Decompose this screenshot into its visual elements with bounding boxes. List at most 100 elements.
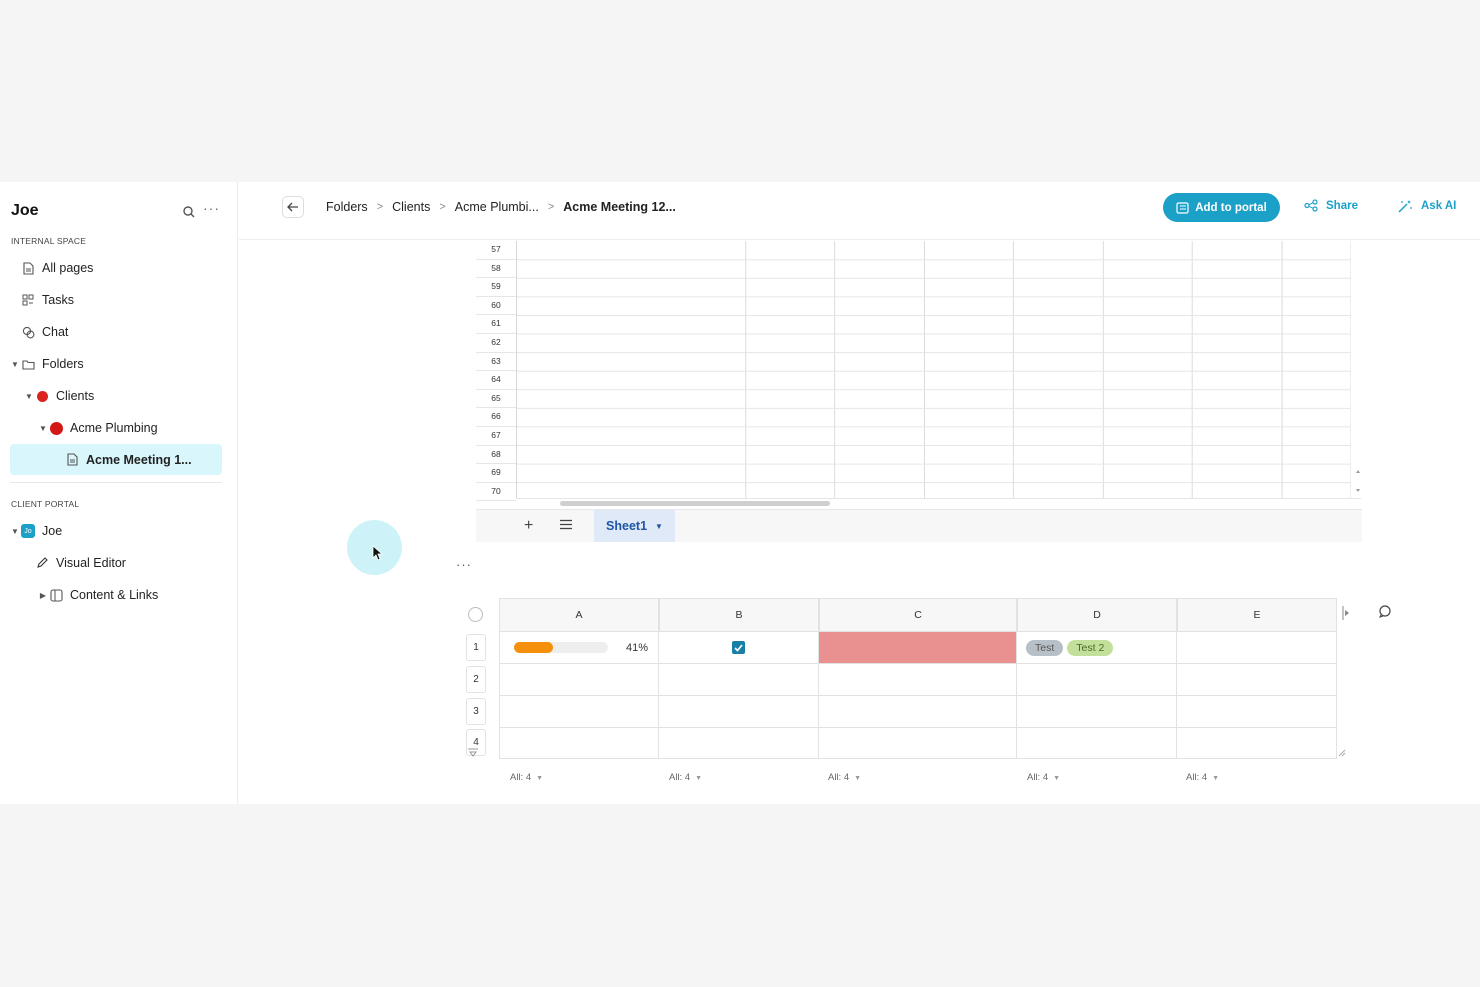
horizontal-scrollbar[interactable] [516,498,1361,508]
cell-b1[interactable] [659,632,819,664]
sidebar-item-label: Tasks [42,293,74,307]
add-sheet-icon[interactable]: + [524,517,533,535]
breadcrumb-clients[interactable]: Clients [392,200,430,214]
column-header-e[interactable]: E [1177,598,1337,632]
cell-c2[interactable] [819,664,1017,696]
cell-b2[interactable] [659,664,819,696]
column-header-b[interactable]: B [659,598,819,632]
breadcrumb-folders[interactable]: Folders [326,200,368,214]
share-button[interactable]: Share [1304,199,1358,212]
aggregate-e[interactable]: All: 4 ▼ [1186,772,1219,783]
spreadsheet-row-number[interactable]: 57 [476,241,516,260]
sidebar-item-clients[interactable]: ▼ Clients [24,381,222,411]
row-number[interactable]: 3 [466,698,486,725]
sidebar-item-acme-meeting[interactable]: Acme Meeting 1... [10,444,222,475]
spreadsheet-row-number[interactable]: 70 [476,483,516,502]
cell-b3[interactable] [659,696,819,728]
cell-c1-color-fill[interactable] [819,632,1017,664]
cell-a1[interactable]: 41% [499,632,659,664]
cell-e4[interactable] [1177,727,1337,759]
add-to-portal-button[interactable]: Add to portal [1163,193,1280,222]
page-icon [20,260,36,276]
cell-a4[interactable] [499,727,659,759]
sidebar-item-tasks[interactable]: Tasks [10,285,222,315]
resize-handle-icon[interactable] [1338,749,1346,757]
aggregate-b[interactable]: All: 4 ▼ [669,772,702,783]
cell-e2[interactable] [1177,664,1337,696]
tag-pill[interactable]: Test 2 [1067,639,1114,656]
checkbox-checked[interactable] [732,641,745,654]
caret-down-icon[interactable]: ▼ [24,392,34,401]
sidebar-item-visual-editor[interactable]: Visual Editor [24,548,222,578]
add-column-icon[interactable] [1342,606,1350,620]
sidebar-item-all-pages[interactable]: All pages [10,253,222,283]
select-all-checkbox[interactable] [468,607,483,622]
filter-icon[interactable] [467,748,479,758]
sidebar-item-portal-joe[interactable]: ▼ Jo Joe [10,516,222,546]
spreadsheet-row-number[interactable]: 64 [476,371,516,390]
spreadsheet-row-number[interactable]: 63 [476,353,516,372]
spreadsheet-row-number[interactable]: 60 [476,297,516,316]
spreadsheet-row-number[interactable]: 68 [476,446,516,465]
cell-d2[interactable] [1017,664,1177,696]
ask-ai-button[interactable]: Ask AI [1397,199,1456,213]
aggregate-d[interactable]: All: 4 ▼ [1027,772,1060,783]
caret-down-icon: ▼ [536,775,544,782]
sheet-tab-label: Sheet1 [606,519,648,533]
internal-space-label: INTERNAL SPACE [11,236,87,246]
spreadsheet-row-number[interactable]: 62 [476,334,516,353]
progress-bar [514,642,608,653]
column-header-c[interactable]: C [819,598,1017,632]
spreadsheet-grid[interactable] [516,241,1351,499]
sheet-list-icon[interactable] [559,519,573,530]
sidebar-item-content-links[interactable]: ▶ Content & Links [38,580,222,610]
aggregate-c[interactable]: All: 4 ▼ [828,772,861,783]
magic-wand-icon [1398,200,1412,213]
row-number[interactable]: 1 [466,634,486,661]
breadcrumb-acme-plumbing[interactable]: Acme Plumbi... [455,200,539,214]
vertical-scroll-arrows[interactable] [1354,467,1362,497]
tab-sheet1[interactable]: Sheet1 ▼ [594,510,675,542]
cell-a2[interactable] [499,664,659,696]
cell-b4[interactable] [659,727,819,759]
spreadsheet-row-number[interactable]: 69 [476,464,516,483]
checkmark-icon [734,643,743,652]
comment-icon[interactable] [1378,604,1392,618]
cell-d4[interactable] [1017,727,1177,759]
spreadsheet-row-number[interactable]: 65 [476,390,516,409]
cell-d3[interactable] [1017,696,1177,728]
cell-c3[interactable] [819,696,1017,728]
cell-c4[interactable] [819,727,1017,759]
sidebar-item-chat[interactable]: Chat [10,317,222,347]
sidebar-item-acme-plumbing[interactable]: ▼ Acme Plumbing [38,413,222,443]
spreadsheet-row-number[interactable]: 58 [476,260,516,279]
database-table: A B C D E 1 2 3 4 41% Test Test 2 [466,598,1406,798]
portal-icon [1176,201,1189,214]
column-header-d[interactable]: D [1017,598,1177,632]
caret-down-icon[interactable]: ▼ [10,527,20,536]
row-number[interactable]: 2 [466,666,486,693]
more-options-icon[interactable]: ··· [203,201,219,218]
spreadsheet-row-number[interactable]: 59 [476,278,516,297]
workspace-name[interactable]: Joe [11,202,39,220]
spreadsheet-row-number[interactable]: 66 [476,408,516,427]
cell-d1[interactable]: Test Test 2 [1017,632,1177,664]
sidebar-item-label: Clients [56,389,95,403]
aggregate-a[interactable]: All: 4 ▼ [510,772,543,783]
column-header-a[interactable]: A [499,598,659,632]
back-button[interactable] [282,196,304,218]
sidebar-item-folders[interactable]: ▼ Folders [10,349,222,379]
caret-down-icon[interactable]: ▼ [38,424,48,433]
breadcrumb-current-page[interactable]: Acme Meeting 12... [563,200,676,214]
tag-pill[interactable]: Test [1026,639,1064,656]
caret-down-icon[interactable]: ▼ [10,360,20,369]
scrollbar-thumb[interactable] [560,501,830,506]
spreadsheet-row-number[interactable]: 61 [476,315,516,334]
cell-a3[interactable] [499,696,659,728]
cell-e1[interactable] [1177,632,1337,664]
cell-e3[interactable] [1177,696,1337,728]
search-icon[interactable] [182,205,196,219]
spreadsheet-row-number[interactable]: 67 [476,427,516,446]
caret-right-icon[interactable]: ▶ [38,591,48,600]
block-options-icon[interactable]: ··· [456,557,472,572]
